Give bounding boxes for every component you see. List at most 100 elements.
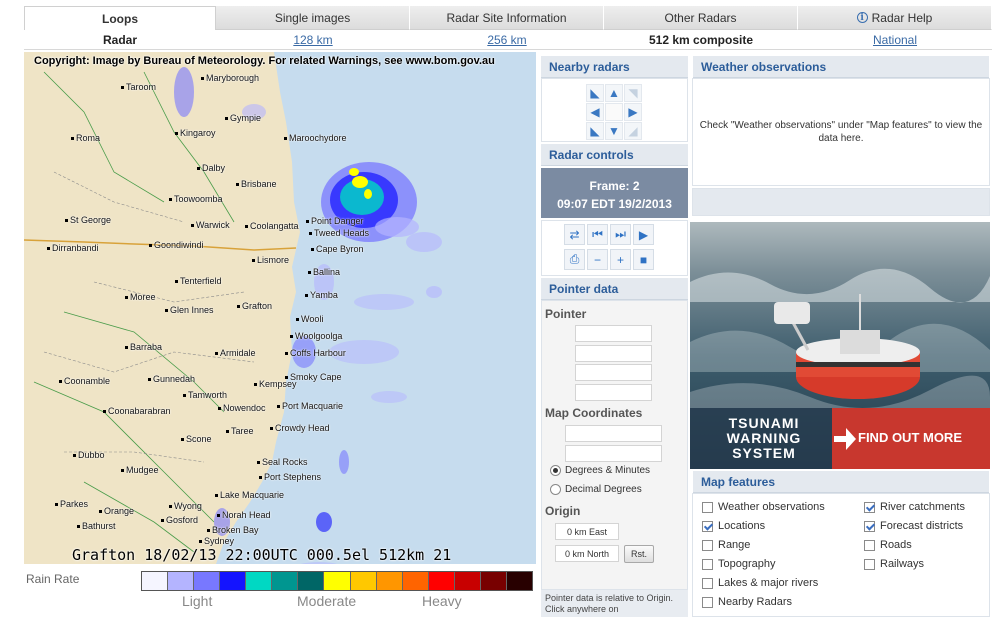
feature-nearby-radars-checkbox[interactable] — [702, 596, 713, 608]
tab-radar-help[interactable]: i Radar Help — [798, 6, 992, 30]
pointer-note: Pointer data is relative to Origin. Clic… — [541, 590, 688, 617]
place-pointdanger: Point Danger — [306, 216, 364, 226]
tab-other-radars[interactable]: Other Radars — [604, 6, 798, 30]
legend-swatch — [350, 572, 377, 590]
subtab-national[interactable]: National — [798, 30, 992, 50]
degrees-minutes-option[interactable]: Degrees & Minutes — [550, 465, 650, 476]
place-yamba: Yamba — [305, 290, 338, 300]
arrow-east-icon[interactable]: ▶ — [624, 103, 642, 121]
radar-controls-header: Radar controls — [541, 144, 688, 166]
tab-loops-label: Loops — [102, 11, 138, 26]
ad-strip: TSUNAMI WARNING SYSTEM FIND OUT MORE — [690, 408, 990, 469]
place-lismore: Lismore — [251, 255, 290, 265]
feature-forecast-districts-checkbox[interactable] — [864, 520, 875, 532]
arrow-southwest-icon[interactable]: ◣ — [586, 122, 604, 140]
place-sydney: Sydney — [198, 536, 235, 546]
first-frame-icon[interactable]: ⏮ — [587, 224, 608, 245]
place-dubbo: Dubbo — [73, 450, 105, 460]
map-coordinate-field-1[interactable] — [565, 425, 662, 442]
decimal-degrees-radio[interactable] — [550, 484, 561, 495]
tab-single-images[interactable]: Single images — [216, 6, 410, 30]
slower-icon[interactable]: − — [587, 249, 608, 270]
radar-image[interactable]: Copyright: Image by Bureau of Meteorolog… — [24, 52, 536, 564]
place-orange: Orange — [98, 506, 135, 516]
feature-topography[interactable]: Topography — [702, 558, 776, 570]
tab-loops[interactable]: Loops — [24, 6, 216, 30]
radar-timestamp-footer: Grafton 18/02/13 22:00UTC 000.5el 512km … — [72, 546, 452, 564]
subtab-256km[interactable]: 256 km — [410, 30, 604, 50]
place-toowoomba: Toowoomba — [169, 194, 223, 204]
faster-icon[interactable]: + — [610, 249, 631, 270]
reset-origin-button[interactable]: Rst. — [624, 545, 654, 563]
pointer-label: Pointer — [545, 307, 587, 321]
feature-lakes-major-rivers[interactable]: Lakes & major rivers — [702, 577, 818, 589]
place-parkes: Parkes — [54, 499, 89, 509]
map-coordinate-field-2[interactable] — [565, 445, 662, 462]
feature-railways[interactable]: Railways — [864, 558, 924, 570]
legend-swatch — [506, 572, 532, 590]
place-armidale: Armidale — [215, 348, 256, 358]
feature-forecast-districts[interactable]: Forecast districts — [864, 520, 963, 532]
legend-swatch — [480, 572, 507, 590]
frame-time: 09:07 EDT 19/2/2013 — [557, 197, 672, 211]
feature-topography-checkbox[interactable] — [702, 558, 713, 570]
frame-number: Frame: 2 — [589, 179, 640, 193]
feature-weather-observations[interactable]: Weather observations — [702, 501, 825, 513]
place-tenterfield: Tenterfield — [175, 276, 222, 286]
arrow-northeast-icon[interactable]: ◥ — [624, 84, 642, 102]
place-grafton: Grafton — [236, 301, 273, 311]
nav-center — [605, 103, 623, 121]
tsunami-warning-banner[interactable]: TSUNAMI WARNING SYSTEM FIND OUT MORE — [690, 222, 990, 469]
weather-observations-header: Weather observations — [693, 56, 989, 78]
origin-north-field[interactable]: 0 km North — [555, 545, 619, 562]
feature-range-checkbox[interactable] — [702, 539, 713, 551]
feature-lakes-major-rivers-checkbox[interactable] — [702, 577, 713, 589]
tab-radar-site-label: Radar Site Information — [446, 10, 567, 25]
place-woolgoolga: Woolgoolga — [289, 331, 343, 341]
tab-radar-site-information[interactable]: Radar Site Information — [410, 6, 604, 30]
pointer-field-2[interactable] — [575, 345, 652, 362]
feature-weather-observations-checkbox[interactable] — [702, 501, 713, 513]
feature-river-catchments-checkbox[interactable] — [864, 501, 875, 513]
degrees-minutes-label: Degrees & Minutes — [565, 465, 651, 476]
feature-river-catchments[interactable]: River catchments — [864, 501, 965, 513]
feature-locations-checkbox[interactable] — [702, 520, 713, 532]
feature-locations[interactable]: Locations — [702, 520, 765, 532]
feature-roads-checkbox[interactable] — [864, 539, 875, 551]
arrow-southeast-icon[interactable]: ◢ — [624, 122, 642, 140]
arrow-west-icon[interactable]: ◀ — [586, 103, 604, 121]
subtab-128km[interactable]: 128 km — [216, 30, 410, 50]
feature-nearby-radars[interactable]: Nearby Radars — [702, 596, 792, 608]
map-features-header: Map features — [693, 471, 989, 493]
origin-east-field[interactable]: 0 km East — [555, 523, 619, 540]
decimal-degrees-option[interactable]: Decimal Degrees — [550, 484, 642, 495]
pointer-field-4[interactable] — [575, 384, 652, 401]
arrow-south-icon[interactable]: ▼ — [605, 122, 623, 140]
arrow-northwest-icon[interactable]: ◣ — [586, 84, 604, 102]
arrow-north-icon[interactable]: ▲ — [605, 84, 623, 102]
feature-nearby-radars-label: Nearby Radars — [718, 596, 792, 608]
swap-icon[interactable]: ⇄ — [564, 224, 585, 245]
print-icon[interactable]: ⎙ — [564, 249, 585, 270]
feature-roads[interactable]: Roads — [864, 539, 912, 551]
pointer-field-3[interactable] — [575, 364, 652, 381]
feature-railways-checkbox[interactable] — [864, 558, 875, 570]
legend-light: Light — [182, 593, 213, 609]
play-icon[interactable]: ▶ — [633, 224, 654, 245]
step-forward-icon[interactable]: ⏭ — [610, 224, 631, 245]
stop-icon[interactable]: ■ — [633, 249, 654, 270]
range-subtabs: Radar 128 km 256 km 512 km composite Nat… — [24, 30, 992, 50]
place-tamworth: Tamworth — [182, 390, 228, 400]
legend-swatch — [454, 572, 481, 590]
place-bathurst: Bathurst — [77, 521, 116, 531]
place-mudgee: Mudgee — [121, 465, 159, 475]
place-roma: Roma — [70, 133, 101, 143]
place-coffsharbour: Coffs Harbour — [285, 348, 346, 358]
find-out-more-link[interactable]: FIND OUT MORE — [858, 430, 962, 445]
feature-range[interactable]: Range — [702, 539, 750, 551]
degrees-minutes-radio[interactable] — [550, 465, 561, 476]
place-wooli: Wooli — [295, 314, 324, 324]
feature-topography-label: Topography — [718, 558, 776, 570]
pointer-field-1[interactable] — [575, 325, 652, 342]
place-crowdyhead: Crowdy Head — [270, 423, 330, 433]
